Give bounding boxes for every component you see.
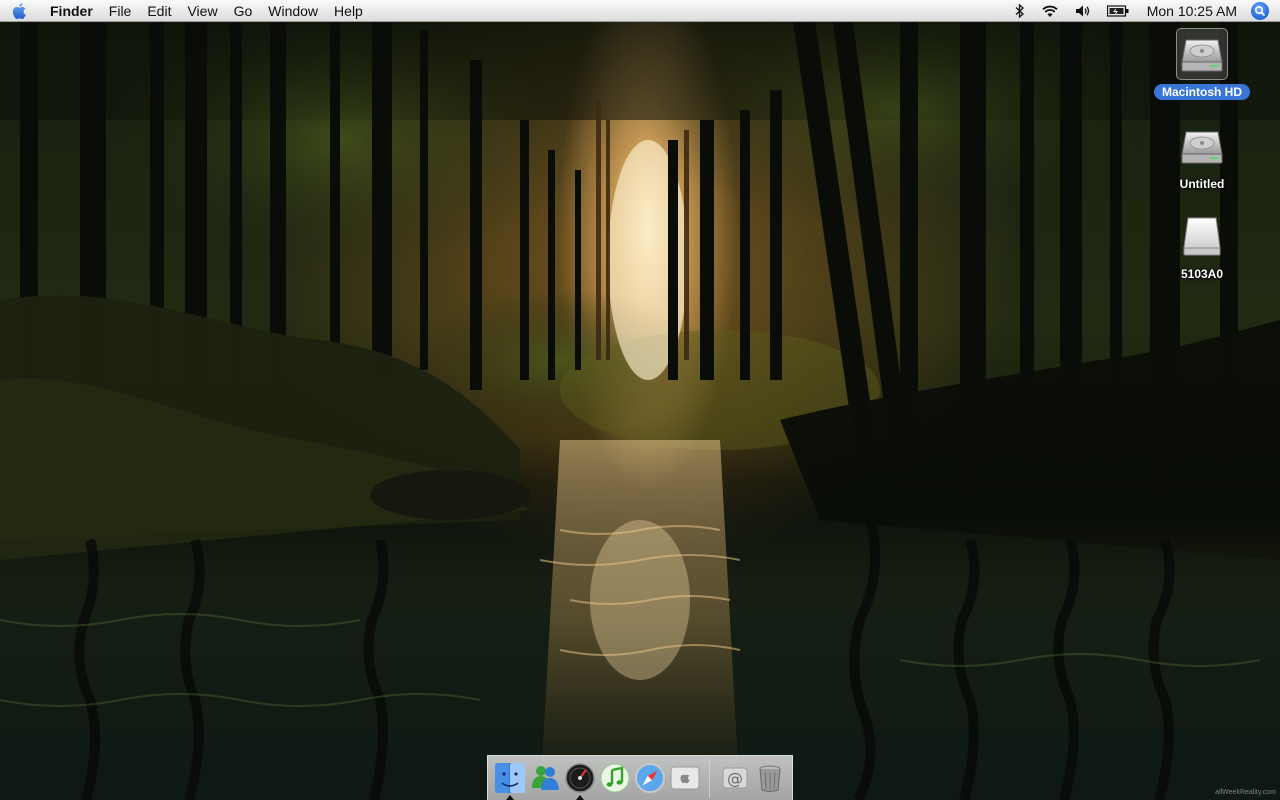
bluetooth-icon — [1015, 4, 1024, 18]
desktop-icon-macintosh-hd[interactable]: Macintosh HD — [1147, 28, 1257, 100]
mail-icon: @ — [722, 767, 747, 789]
menu-help[interactable]: Help — [326, 0, 371, 22]
menu-go[interactable]: Go — [226, 0, 261, 22]
svg-text:@: @ — [727, 769, 743, 788]
itunes-icon — [600, 763, 629, 793]
status-area: Mon 10:25 AM — [1007, 0, 1280, 22]
removable-drive-icon — [1183, 217, 1221, 256]
menu-window[interactable]: Window — [260, 0, 326, 22]
dock-separator — [709, 758, 710, 798]
apple-prefs-icon — [670, 766, 699, 790]
spotlight-icon — [1254, 5, 1266, 17]
dashboard-icon — [564, 763, 595, 793]
apple-menu-button[interactable] — [0, 0, 40, 22]
desktop-icon-5103a0[interactable]: 5103A0 — [1147, 210, 1257, 282]
menu-finder[interactable]: Finder — [40, 0, 101, 22]
battery-menu[interactable] — [1099, 0, 1137, 22]
untitled-icon-frame[interactable] — [1176, 120, 1228, 172]
desktop-wallpaper: allWeekReality.com — [0, 0, 1280, 800]
menu-view[interactable]: View — [179, 0, 225, 22]
dock-item-itunes[interactable] — [597, 758, 632, 798]
finder-icon — [494, 763, 525, 793]
battery-icon — [1106, 5, 1129, 17]
dock: @ — [487, 755, 793, 800]
trash-icon — [759, 765, 780, 792]
hard-drive-icon — [1181, 39, 1223, 72]
spotlight-button[interactable] — [1251, 2, 1269, 20]
wifi-menu[interactable] — [1033, 0, 1067, 22]
desktop-icon-untitled[interactable]: Untitled — [1147, 120, 1257, 192]
menu-edit[interactable]: Edit — [139, 0, 179, 22]
macintosh-hd-icon-frame[interactable] — [1176, 28, 1228, 80]
safari-icon — [634, 763, 665, 793]
dock-item-messenger[interactable] — [527, 758, 562, 798]
menu-file[interactable]: File — [101, 0, 140, 22]
finder-running-indicator — [505, 795, 514, 800]
wallpaper-watermark: allWeekReality.com — [1215, 789, 1276, 796]
menu-bar: Finder File Edit View Go Window Help Mon… — [0, 0, 1280, 22]
volume-icon — [1075, 5, 1089, 17]
bluetooth-menu[interactable] — [1007, 0, 1033, 22]
messenger-icon — [531, 766, 559, 790]
dock-item-system-preferences[interactable] — [667, 758, 702, 798]
menu-clock[interactable]: Mon 10:25 AM — [1137, 0, 1251, 22]
5103a0-icon-frame[interactable] — [1176, 210, 1228, 262]
dock-item-safari[interactable] — [632, 758, 667, 798]
wifi-icon — [1042, 5, 1058, 17]
apple-logo-icon — [12, 2, 26, 19]
dock-item-finder[interactable] — [492, 758, 527, 800]
dashboard-running-indicator — [575, 795, 584, 800]
5103a0-label[interactable]: 5103A0 — [1173, 266, 1231, 282]
dock-item-dashboard[interactable] — [562, 758, 597, 800]
forest-scene — [0, 0, 1280, 800]
dock-item-mail[interactable]: @ — [717, 758, 752, 798]
volume-menu[interactable] — [1067, 0, 1099, 22]
macintosh-hd-label[interactable]: Macintosh HD — [1153, 84, 1250, 100]
hard-drive-icon — [1181, 131, 1223, 164]
untitled-label[interactable]: Untitled — [1172, 176, 1233, 192]
dock-item-trash[interactable] — [752, 758, 787, 798]
